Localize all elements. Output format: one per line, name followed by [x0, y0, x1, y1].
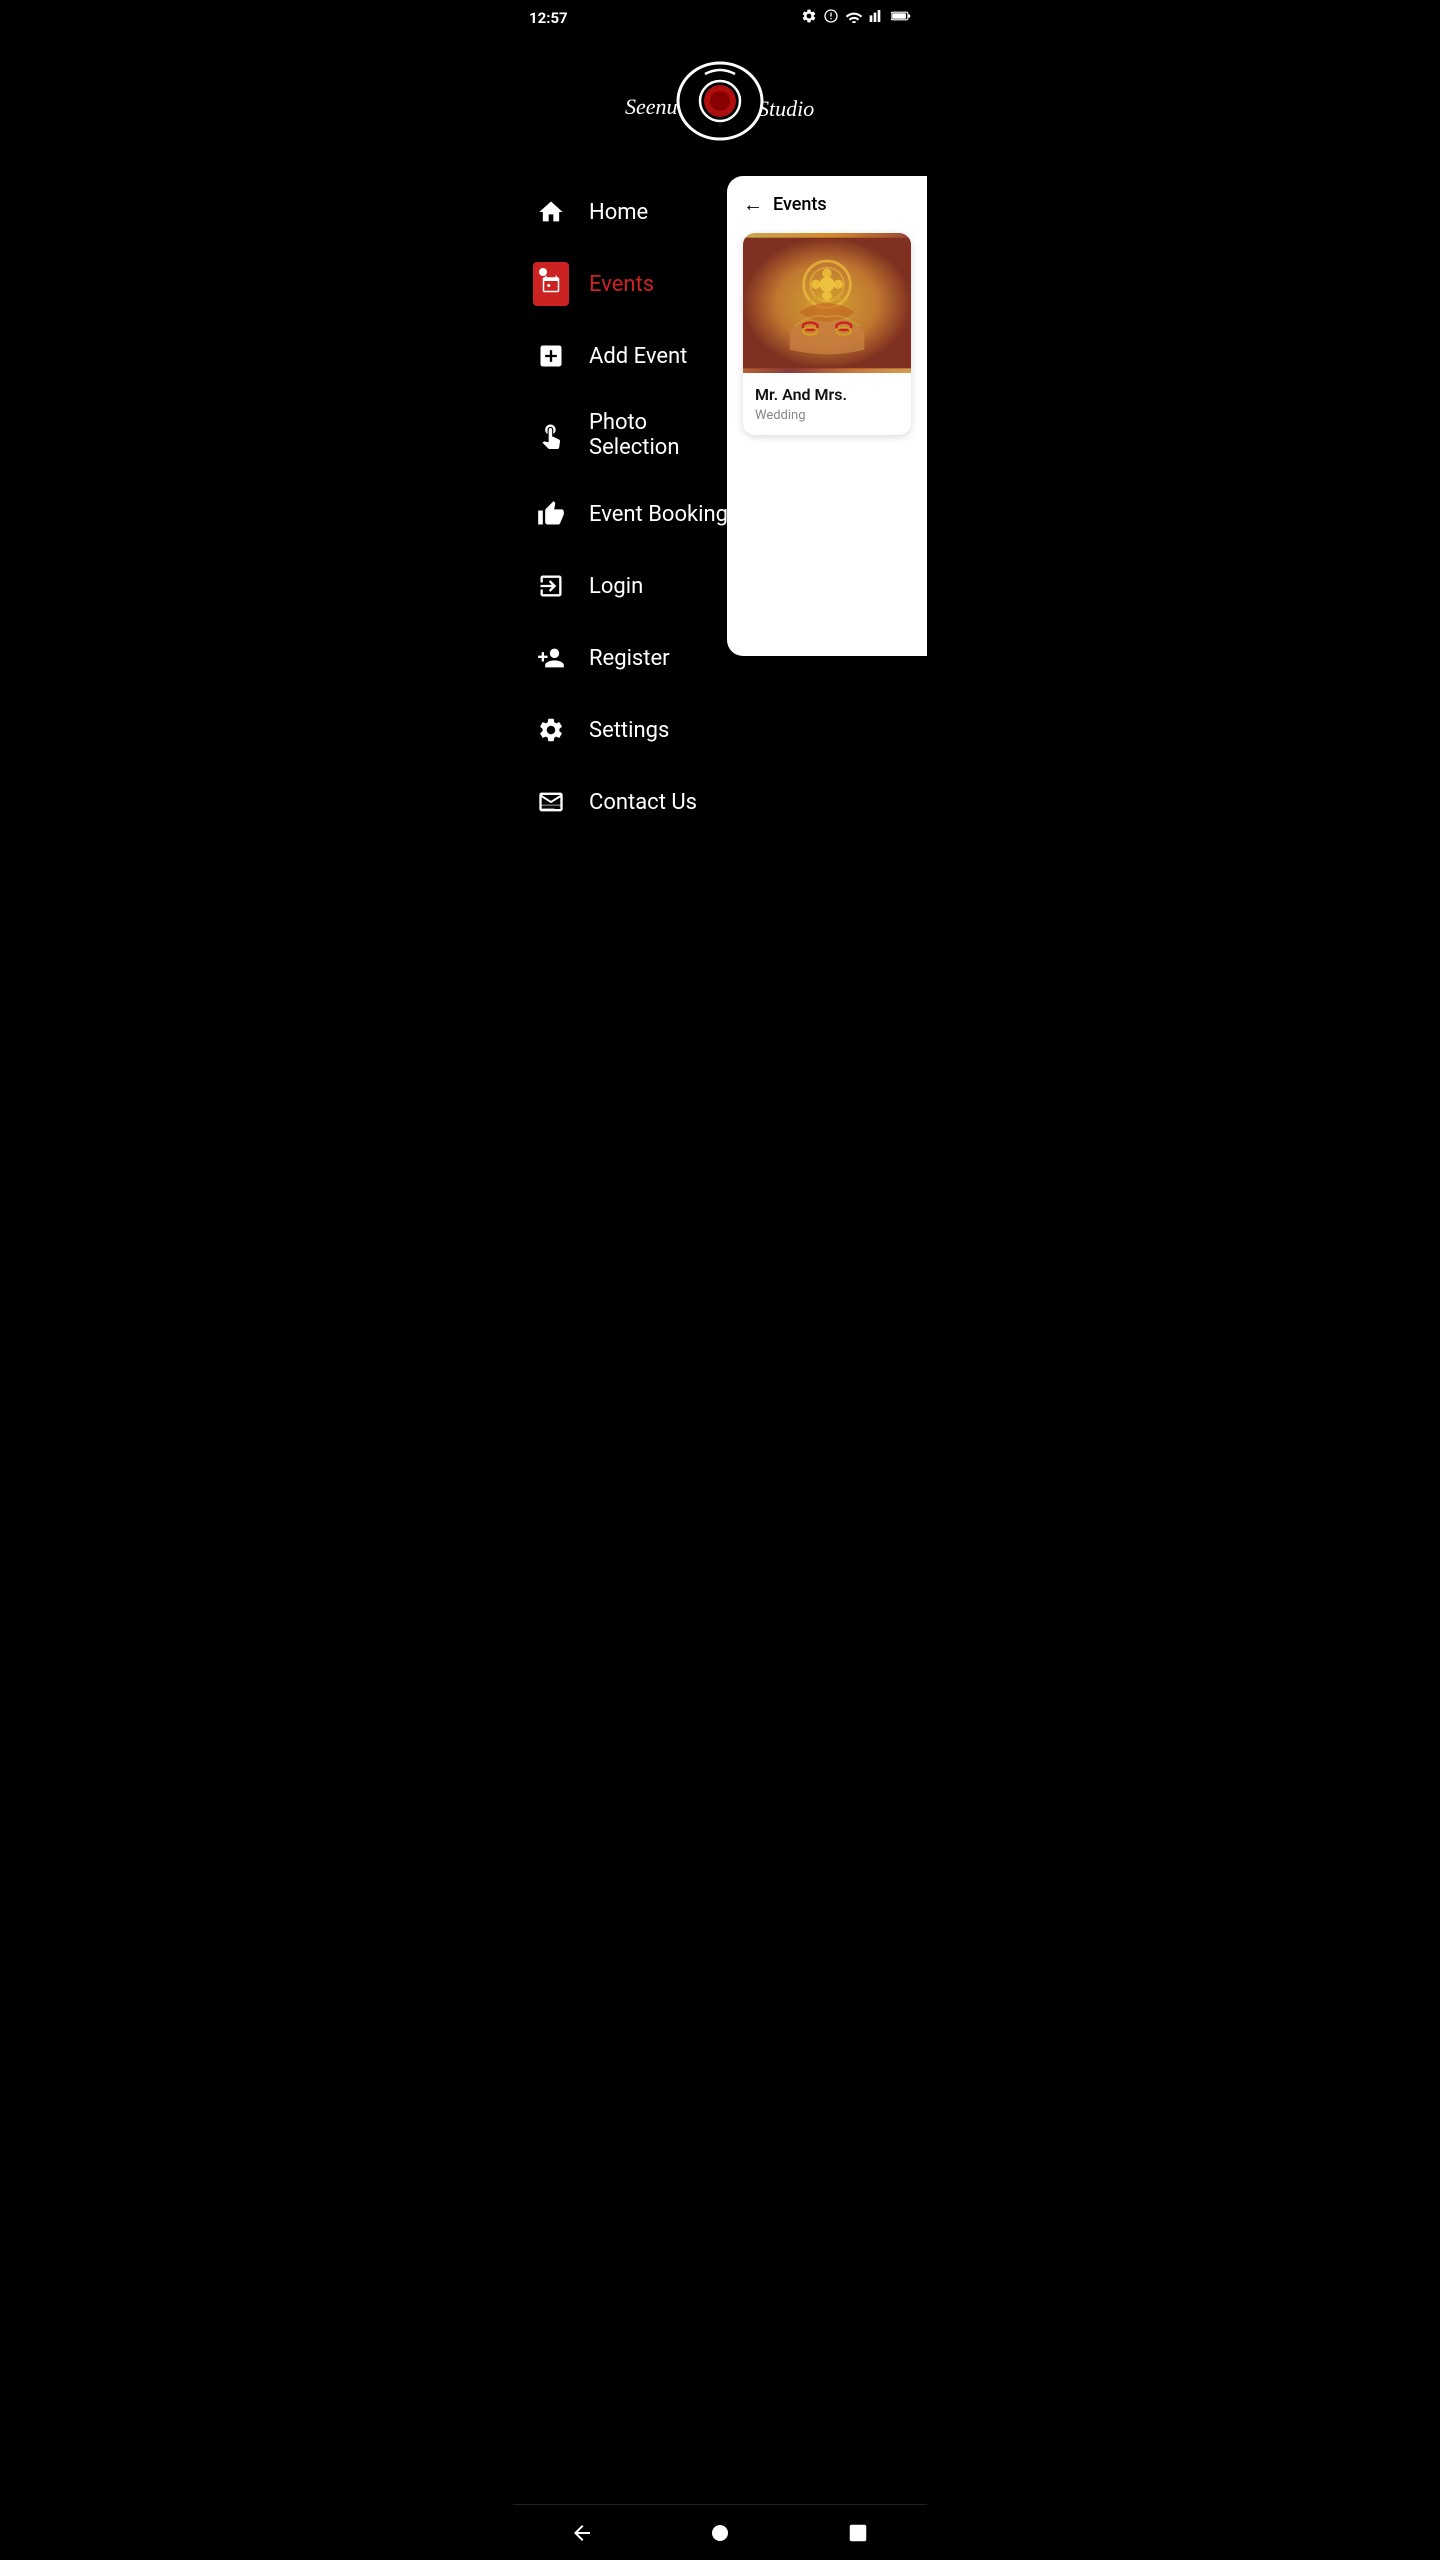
events-icon	[533, 266, 569, 302]
app-logo: Seenu Studio	[610, 56, 830, 146]
event-booking-icon	[533, 496, 569, 532]
sidebar-photo-selection-label: PhotoSelection	[589, 410, 680, 460]
bottom-navigation	[513, 2504, 927, 2560]
sidebar-item-contact-us[interactable]: Contact Us	[523, 766, 773, 838]
event-card-image	[743, 233, 911, 373]
settings-status-icon	[801, 8, 817, 28]
sidebar-event-booking-label: Event Booking	[589, 502, 728, 527]
event-card-body: Mr. And Mrs. Wedding	[743, 373, 911, 435]
contact-us-icon	[533, 784, 569, 820]
wedding-image	[743, 233, 911, 373]
status-time: 12:57	[529, 9, 568, 27]
panel-header: ← Events	[743, 192, 911, 217]
nav-back-button[interactable]	[560, 2511, 604, 2555]
status-bar: 12:57	[513, 0, 927, 36]
settings-icon	[533, 712, 569, 748]
sidebar-login-label: Login	[589, 574, 643, 599]
sidebar-register-label: Register	[589, 646, 670, 671]
panel-title: Events	[773, 194, 827, 215]
sidebar-item-settings[interactable]: Settings	[523, 694, 773, 766]
status-icons	[801, 8, 911, 28]
register-icon	[533, 640, 569, 676]
svg-text:Seenu: Seenu	[625, 94, 678, 119]
sidebar-settings-label: Settings	[589, 718, 669, 743]
login-icon	[533, 568, 569, 604]
right-panel: ← Events	[727, 176, 927, 656]
wifi-icon	[845, 9, 863, 27]
event-card[interactable]: Mr. And Mrs. Wedding	[743, 233, 911, 435]
sidebar-events-label: Events	[589, 272, 654, 297]
accessibility-status-icon	[823, 8, 839, 28]
main-layout: Home Events	[513, 176, 927, 876]
signal-icon	[869, 9, 885, 27]
svg-text:Studio: Studio	[758, 96, 814, 121]
battery-icon	[891, 9, 911, 27]
sidebar-home-label: Home	[589, 200, 648, 225]
event-name: Mr. And Mrs.	[755, 385, 899, 404]
add-event-icon	[533, 338, 569, 374]
sidebar-contact-us-label: Contact Us	[589, 790, 697, 815]
sidebar-add-event-label: Add Event	[589, 344, 687, 369]
back-button[interactable]: ←	[743, 192, 763, 217]
nav-recent-button[interactable]	[836, 2511, 880, 2555]
event-type: Wedding	[755, 408, 899, 423]
photo-selection-icon	[533, 417, 569, 453]
nav-home-button[interactable]	[698, 2511, 742, 2555]
logo-container: Seenu Studio	[513, 36, 927, 176]
home-icon	[533, 194, 569, 230]
